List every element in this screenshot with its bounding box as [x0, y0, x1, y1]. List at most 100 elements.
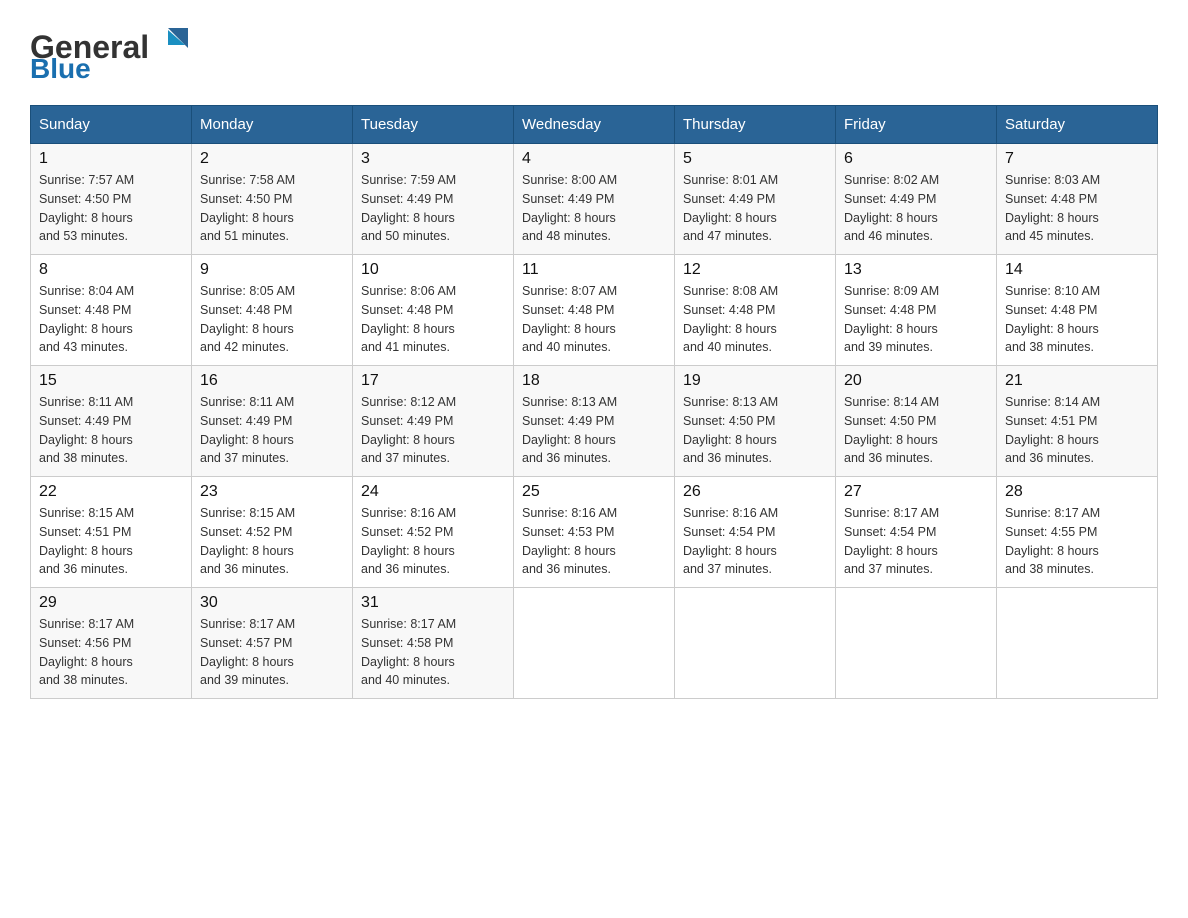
day-number: 5 [683, 150, 827, 168]
day-number: 18 [522, 372, 666, 390]
day-number: 25 [522, 483, 666, 501]
day-info: Sunrise: 8:11 AM Sunset: 4:49 PM Dayligh… [200, 393, 344, 468]
day-number: 21 [1005, 372, 1149, 390]
calendar-cell [675, 588, 836, 699]
day-number: 10 [361, 261, 505, 279]
calendar-cell: 12 Sunrise: 8:08 AM Sunset: 4:48 PM Dayl… [675, 255, 836, 366]
day-number: 27 [844, 483, 988, 501]
calendar-cell: 8 Sunrise: 8:04 AM Sunset: 4:48 PM Dayli… [31, 255, 192, 366]
calendar-cell: 1 Sunrise: 7:57 AM Sunset: 4:50 PM Dayli… [31, 144, 192, 255]
day-info: Sunrise: 8:04 AM Sunset: 4:48 PM Dayligh… [39, 282, 183, 357]
calendar-cell: 17 Sunrise: 8:12 AM Sunset: 4:49 PM Dayl… [353, 366, 514, 477]
calendar-cell: 31 Sunrise: 8:17 AM Sunset: 4:58 PM Dayl… [353, 588, 514, 699]
day-number: 29 [39, 594, 183, 612]
day-info: Sunrise: 8:15 AM Sunset: 4:52 PM Dayligh… [200, 504, 344, 579]
day-number: 30 [200, 594, 344, 612]
col-header-saturday: Saturday [997, 106, 1158, 144]
day-info: Sunrise: 8:16 AM Sunset: 4:53 PM Dayligh… [522, 504, 666, 579]
logo-wordmark: General Blue [30, 20, 200, 85]
calendar-cell: 19 Sunrise: 8:13 AM Sunset: 4:50 PM Dayl… [675, 366, 836, 477]
day-info: Sunrise: 8:17 AM Sunset: 4:56 PM Dayligh… [39, 615, 183, 690]
day-info: Sunrise: 8:05 AM Sunset: 4:48 PM Dayligh… [200, 282, 344, 357]
day-number: 19 [683, 372, 827, 390]
day-number: 17 [361, 372, 505, 390]
calendar-week-row: 22 Sunrise: 8:15 AM Sunset: 4:51 PM Dayl… [31, 477, 1158, 588]
day-number: 9 [200, 261, 344, 279]
calendar-cell: 14 Sunrise: 8:10 AM Sunset: 4:48 PM Dayl… [997, 255, 1158, 366]
calendar-week-row: 29 Sunrise: 8:17 AM Sunset: 4:56 PM Dayl… [31, 588, 1158, 699]
day-number: 14 [1005, 261, 1149, 279]
day-number: 26 [683, 483, 827, 501]
day-info: Sunrise: 8:17 AM Sunset: 4:55 PM Dayligh… [1005, 504, 1149, 579]
calendar-cell: 9 Sunrise: 8:05 AM Sunset: 4:48 PM Dayli… [192, 255, 353, 366]
day-number: 7 [1005, 150, 1149, 168]
day-info: Sunrise: 8:16 AM Sunset: 4:54 PM Dayligh… [683, 504, 827, 579]
day-info: Sunrise: 8:15 AM Sunset: 4:51 PM Dayligh… [39, 504, 183, 579]
calendar-week-row: 15 Sunrise: 8:11 AM Sunset: 4:49 PM Dayl… [31, 366, 1158, 477]
day-info: Sunrise: 7:57 AM Sunset: 4:50 PM Dayligh… [39, 171, 183, 246]
col-header-tuesday: Tuesday [353, 106, 514, 144]
calendar-cell: 28 Sunrise: 8:17 AM Sunset: 4:55 PM Dayl… [997, 477, 1158, 588]
day-info: Sunrise: 8:12 AM Sunset: 4:49 PM Dayligh… [361, 393, 505, 468]
day-info: Sunrise: 8:14 AM Sunset: 4:50 PM Dayligh… [844, 393, 988, 468]
day-info: Sunrise: 8:02 AM Sunset: 4:49 PM Dayligh… [844, 171, 988, 246]
calendar-cell: 13 Sunrise: 8:09 AM Sunset: 4:48 PM Dayl… [836, 255, 997, 366]
day-info: Sunrise: 8:17 AM Sunset: 4:54 PM Dayligh… [844, 504, 988, 579]
day-info: Sunrise: 8:06 AM Sunset: 4:48 PM Dayligh… [361, 282, 505, 357]
day-info: Sunrise: 8:17 AM Sunset: 4:57 PM Dayligh… [200, 615, 344, 690]
day-number: 13 [844, 261, 988, 279]
day-info: Sunrise: 8:03 AM Sunset: 4:48 PM Dayligh… [1005, 171, 1149, 246]
svg-text:Blue: Blue [30, 53, 91, 80]
day-number: 22 [39, 483, 183, 501]
logo: General Blue [30, 20, 200, 85]
calendar-cell [836, 588, 997, 699]
col-header-thursday: Thursday [675, 106, 836, 144]
page-header: General Blue [30, 20, 1158, 85]
day-number: 12 [683, 261, 827, 279]
calendar-cell: 5 Sunrise: 8:01 AM Sunset: 4:49 PM Dayli… [675, 144, 836, 255]
day-number: 2 [200, 150, 344, 168]
col-header-wednesday: Wednesday [514, 106, 675, 144]
calendar-cell: 18 Sunrise: 8:13 AM Sunset: 4:49 PM Dayl… [514, 366, 675, 477]
day-number: 20 [844, 372, 988, 390]
calendar-cell [514, 588, 675, 699]
calendar-cell: 6 Sunrise: 8:02 AM Sunset: 4:49 PM Dayli… [836, 144, 997, 255]
day-number: 3 [361, 150, 505, 168]
calendar-cell: 27 Sunrise: 8:17 AM Sunset: 4:54 PM Dayl… [836, 477, 997, 588]
calendar-cell: 7 Sunrise: 8:03 AM Sunset: 4:48 PM Dayli… [997, 144, 1158, 255]
calendar-cell: 22 Sunrise: 8:15 AM Sunset: 4:51 PM Dayl… [31, 477, 192, 588]
calendar-cell: 2 Sunrise: 7:58 AM Sunset: 4:50 PM Dayli… [192, 144, 353, 255]
day-number: 16 [200, 372, 344, 390]
calendar-cell: 21 Sunrise: 8:14 AM Sunset: 4:51 PM Dayl… [997, 366, 1158, 477]
col-header-friday: Friday [836, 106, 997, 144]
col-header-sunday: Sunday [31, 106, 192, 144]
day-number: 6 [844, 150, 988, 168]
calendar-header-row: SundayMondayTuesdayWednesdayThursdayFrid… [31, 106, 1158, 144]
day-info: Sunrise: 7:59 AM Sunset: 4:49 PM Dayligh… [361, 171, 505, 246]
calendar-cell: 11 Sunrise: 8:07 AM Sunset: 4:48 PM Dayl… [514, 255, 675, 366]
day-info: Sunrise: 8:13 AM Sunset: 4:49 PM Dayligh… [522, 393, 666, 468]
calendar-cell: 4 Sunrise: 8:00 AM Sunset: 4:49 PM Dayli… [514, 144, 675, 255]
day-info: Sunrise: 8:07 AM Sunset: 4:48 PM Dayligh… [522, 282, 666, 357]
day-number: 4 [522, 150, 666, 168]
day-info: Sunrise: 8:08 AM Sunset: 4:48 PM Dayligh… [683, 282, 827, 357]
calendar-cell: 23 Sunrise: 8:15 AM Sunset: 4:52 PM Dayl… [192, 477, 353, 588]
day-info: Sunrise: 8:01 AM Sunset: 4:49 PM Dayligh… [683, 171, 827, 246]
day-number: 1 [39, 150, 183, 168]
day-number: 15 [39, 372, 183, 390]
day-number: 11 [522, 261, 666, 279]
calendar-cell: 3 Sunrise: 7:59 AM Sunset: 4:49 PM Dayli… [353, 144, 514, 255]
day-number: 8 [39, 261, 183, 279]
col-header-monday: Monday [192, 106, 353, 144]
day-info: Sunrise: 7:58 AM Sunset: 4:50 PM Dayligh… [200, 171, 344, 246]
calendar-cell: 30 Sunrise: 8:17 AM Sunset: 4:57 PM Dayl… [192, 588, 353, 699]
day-number: 23 [200, 483, 344, 501]
calendar-cell: 20 Sunrise: 8:14 AM Sunset: 4:50 PM Dayl… [836, 366, 997, 477]
day-info: Sunrise: 8:00 AM Sunset: 4:49 PM Dayligh… [522, 171, 666, 246]
calendar-cell: 10 Sunrise: 8:06 AM Sunset: 4:48 PM Dayl… [353, 255, 514, 366]
day-number: 28 [1005, 483, 1149, 501]
day-number: 31 [361, 594, 505, 612]
day-info: Sunrise: 8:17 AM Sunset: 4:58 PM Dayligh… [361, 615, 505, 690]
calendar-cell: 25 Sunrise: 8:16 AM Sunset: 4:53 PM Dayl… [514, 477, 675, 588]
day-info: Sunrise: 8:13 AM Sunset: 4:50 PM Dayligh… [683, 393, 827, 468]
